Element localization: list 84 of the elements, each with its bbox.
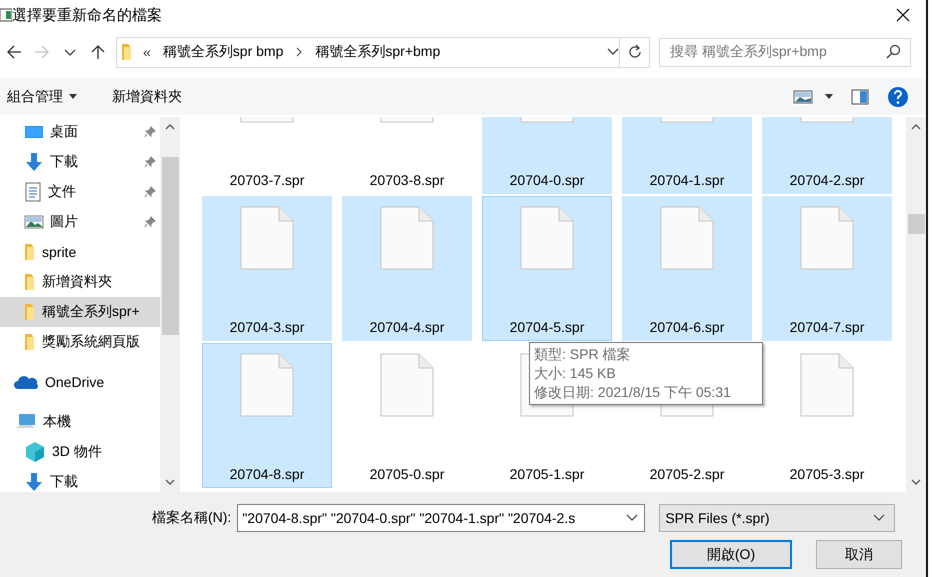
address-bar[interactable]: « 稱號全系列spr bmp 稱號全系列spr+bmp [116,36,650,68]
sidebar-item[interactable]: 本機 [0,407,160,437]
sidebar-item[interactable]: 3D 物件 [0,437,160,467]
pin-icon [144,186,156,198]
file-item[interactable]: 20705-3.spr [762,343,892,488]
sidebar-item[interactable]: sprite [0,237,160,267]
pin-icon [144,216,156,228]
close-icon [896,8,910,22]
breadcrumb[interactable]: 稱號全系列spr+bmp [313,43,442,61]
refresh-icon [626,44,642,60]
download-arrow-icon [24,152,44,172]
sidebar-item[interactable]: 新增資料夾 [0,267,160,297]
dropdown-icon [607,47,619,57]
file-item[interactable]: 20704-0.spr [482,117,612,194]
forward-icon [34,44,50,60]
folder-icon [24,242,36,262]
help-icon[interactable] [887,86,909,108]
view-button[interactable] [793,88,833,104]
desktop-icon [24,124,44,140]
file-icon [380,206,434,270]
pin-icon [144,126,156,138]
file-icon [660,206,714,270]
folder-icon [121,42,133,62]
breadcrumb[interactable]: 稱號全系列spr bmp [160,43,286,61]
filename-label: 檔案名稱(N): [152,509,232,527]
scrollbar-thumb[interactable] [162,157,178,335]
download-arrow-icon [24,472,44,492]
file-icon [240,353,294,417]
file-icon [240,206,294,270]
up-icon [90,44,106,60]
sidebar-item[interactable]: 下載 [0,147,160,177]
picture-icon [793,88,813,104]
folder-icon [24,332,36,352]
cancel-button[interactable]: 取消 [816,540,902,569]
overflow-chevron[interactable]: « [143,44,151,60]
file-icon [800,353,854,417]
back-icon [6,44,22,60]
sidebar-item[interactable]: 文件 [0,177,160,207]
dropdown-icon [872,513,886,523]
file-item[interactable]: 20704-3.spr [202,196,332,341]
file-type-dropdown[interactable]: SPR Files (*.spr) [659,504,896,532]
open-button[interactable]: 開啟(O) [670,540,792,569]
file-icon [380,353,434,417]
folder-icon [24,272,36,292]
search-field[interactable]: 搜尋 稱號全系列spr+bmp [659,38,911,66]
document-icon [24,182,42,202]
scroll-down-icon[interactable] [165,479,175,485]
cloud-icon [13,374,39,390]
search-icon [886,44,902,60]
folder-icon [24,302,36,322]
file-icon [800,206,854,270]
caret-icon [825,94,833,99]
filename-field[interactable]: "20704-8.spr" "20704-0.spr" "20704-1.spr" "20704-2.s [237,504,646,532]
file-item[interactable]: 20705-0.spr [342,343,472,488]
picture-icon [24,214,44,230]
scroll-up-icon[interactable] [165,124,175,130]
sidebar-item[interactable]: 桌面 [0,117,160,147]
scrollbar-thumb[interactable] [908,214,924,234]
sidebar-item[interactable]: 獎勵系統網頁版 [0,327,160,357]
new-folder-button[interactable]: 新增資料夾 [112,88,182,106]
window-title: 選擇要重新命名的檔案 [12,6,163,24]
sidebar-item[interactable]: 下載 [0,467,160,492]
file-item[interactable]: 20704-1.spr [622,117,752,194]
sidebar-item[interactable]: 圖片 [0,207,160,237]
organize-menu[interactable]: 組合管理 [7,88,77,106]
file-icon [520,206,574,270]
file-item[interactable]: 20704-5.spr [482,196,612,341]
scroll-up-icon[interactable] [911,124,921,130]
file-item[interactable]: 20704-4.spr [342,196,472,341]
sidebar-item[interactable]: OneDrive [0,367,160,397]
file-item[interactable]: 20703-8.spr [342,117,472,194]
scroll-down-icon[interactable] [911,479,921,485]
pin-icon [144,156,156,168]
preview-pane-icon[interactable] [851,88,869,104]
cube-icon [24,441,46,463]
sidebar-item[interactable]: 稱號全系列spr+ [0,297,160,327]
caret-icon [69,94,77,99]
file-item[interactable]: 20704-8.spr [202,343,332,488]
file-item[interactable]: 20704-6.spr [622,196,752,341]
chevron-icon [295,47,304,57]
file-item[interactable]: 20704-7.spr [762,196,892,341]
file-item[interactable]: 20704-2.spr [762,117,892,194]
file-item[interactable]: 20703-7.spr [202,117,332,194]
tooltip: 類型: SPR 檔案 大小: 145 KB 修改日期: 2021/8/15 下午 05:31 [529,342,763,405]
